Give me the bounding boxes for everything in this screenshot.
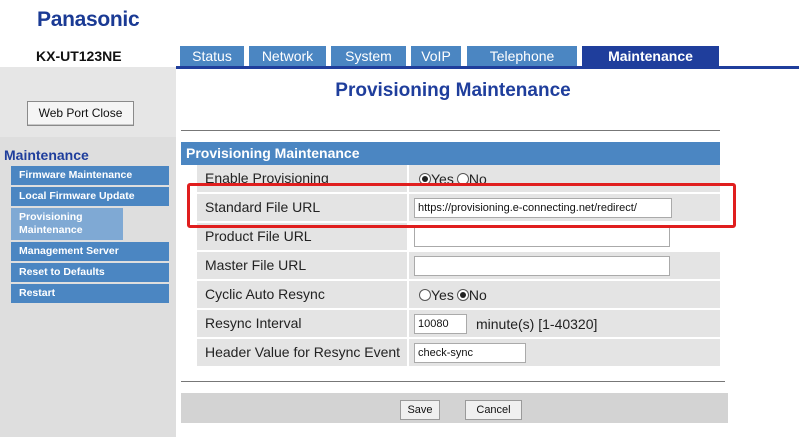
tab-status[interactable]: Status bbox=[180, 46, 244, 67]
resync-interval-hint: minute(s) [1-40320] bbox=[476, 316, 598, 332]
tab-maintenance[interactable]: Maintenance bbox=[582, 46, 719, 67]
header-value-resync-input[interactable]: check-sync bbox=[414, 343, 526, 363]
sidebar-section-title: Maintenance bbox=[4, 147, 89, 163]
form-row-header-value-resync: Header Value for Resync Event check-sync bbox=[197, 339, 720, 368]
save-button[interactable]: Save bbox=[400, 400, 440, 420]
cyclic-auto-resync-value: Yes No bbox=[409, 281, 720, 308]
sidebar-item-provisioning-maintenance[interactable]: Provisioning Maintenance bbox=[11, 208, 123, 240]
footer-bar bbox=[181, 393, 728, 423]
highlight-box bbox=[187, 183, 736, 228]
cyclic-auto-resync-label: Cyclic Auto Resync bbox=[197, 281, 407, 308]
tab-underline bbox=[176, 66, 799, 69]
sidebar-item-reset-to-defaults[interactable]: Reset to Defaults bbox=[11, 263, 169, 282]
master-file-url-label: Master File URL bbox=[197, 252, 407, 279]
resync-interval-input[interactable]: 10080 bbox=[414, 314, 467, 334]
form-row-master-file-url: Master File URL bbox=[197, 252, 720, 281]
form-row-resync-interval: Resync Interval 10080 minute(s) [1-40320… bbox=[197, 310, 720, 339]
tab-voip[interactable]: VoIP bbox=[411, 46, 461, 67]
cyclic-auto-resync-no-label: No bbox=[468, 287, 487, 303]
cyclic-auto-resync-no-radio[interactable] bbox=[456, 289, 469, 301]
master-file-url-value bbox=[409, 252, 720, 279]
cyclic-auto-resync-yes-radio[interactable] bbox=[419, 289, 431, 301]
tab-system[interactable]: System bbox=[331, 46, 406, 67]
title-divider bbox=[181, 130, 720, 131]
cancel-button[interactable]: Cancel bbox=[465, 400, 522, 420]
page-title: Provisioning Maintenance bbox=[335, 80, 571, 101]
sidebar-menu: Firmware Maintenance Local Firmware Upda… bbox=[11, 166, 169, 305]
form-bottom-divider bbox=[181, 381, 725, 382]
top-tab-bar: Status Network System VoIP Telephone Mai… bbox=[180, 46, 719, 67]
cyclic-auto-resync-yes-label: Yes bbox=[431, 287, 454, 303]
resync-interval-label: Resync Interval bbox=[197, 310, 407, 337]
sidebar-item-management-server[interactable]: Management Server bbox=[11, 242, 169, 261]
section-header: Provisioning Maintenance bbox=[181, 142, 720, 165]
resync-interval-value: 10080 minute(s) [1-40320] bbox=[409, 310, 720, 337]
master-file-url-input[interactable] bbox=[414, 256, 670, 276]
form-row-cyclic-auto-resync: Cyclic Auto Resync Yes No bbox=[197, 281, 720, 310]
header-value-resync-value: check-sync bbox=[409, 339, 720, 366]
header-value-resync-label: Header Value for Resync Event bbox=[197, 339, 407, 366]
tab-network[interactable]: Network bbox=[249, 46, 326, 67]
sidebar-item-firmware-maintenance[interactable]: Firmware Maintenance bbox=[11, 166, 169, 185]
sidebar-item-local-firmware-update[interactable]: Local Firmware Update bbox=[11, 187, 169, 206]
product-file-url-input[interactable] bbox=[414, 227, 670, 247]
tab-telephone[interactable]: Telephone bbox=[467, 46, 577, 67]
web-port-close-button[interactable]: Web Port Close bbox=[27, 101, 134, 126]
sidebar-item-restart[interactable]: Restart bbox=[11, 284, 169, 303]
brand-logo: Panasonic bbox=[37, 8, 140, 31]
model-name: KX-UT123NE bbox=[36, 48, 122, 64]
